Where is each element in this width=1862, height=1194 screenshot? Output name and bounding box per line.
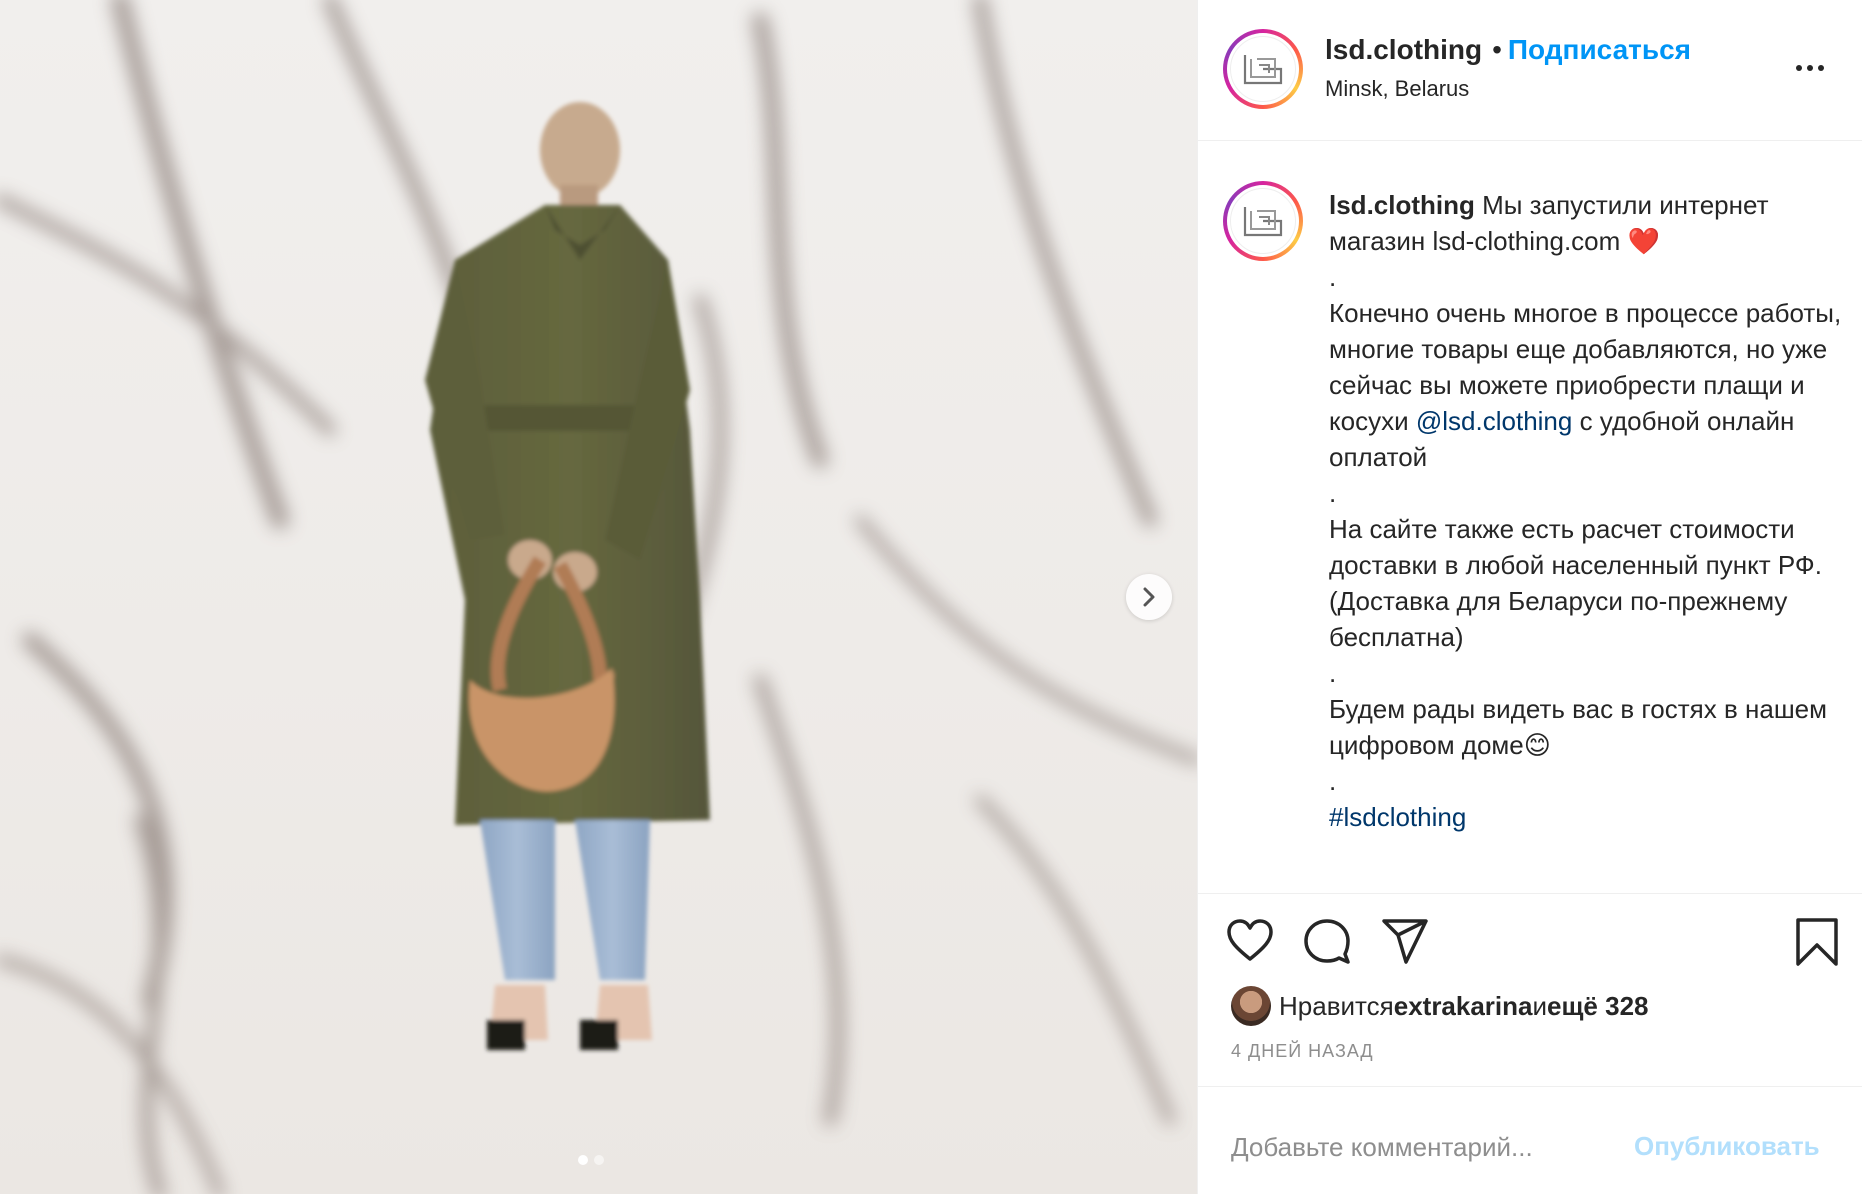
photo-illustration: [0, 0, 1197, 1194]
carousel-indicator: [578, 1155, 604, 1165]
chevron-right-icon: [1143, 587, 1155, 607]
comment-button[interactable]: [1302, 916, 1352, 971]
header-user-line: lsd.clothing • Подписаться: [1325, 34, 1691, 66]
header-username[interactable]: lsd.clothing: [1325, 34, 1482, 65]
caption-hashtag[interactable]: #lsdclothing: [1329, 802, 1466, 832]
comment-bubble-icon: [1304, 919, 1350, 964]
follow-button[interactable]: Подписаться: [1508, 34, 1691, 65]
carousel-dot: [594, 1155, 604, 1165]
caption-section: lsd.clothing Мы запустили интернет магаз…: [1198, 141, 1862, 893]
post-photo[interactable]: [0, 0, 1197, 1194]
comment-form: Опубликовать: [1198, 1086, 1862, 1194]
caption-mention[interactable]: @lsd.clothing: [1416, 406, 1572, 436]
post-location[interactable]: Minsk, Belarus: [1325, 76, 1469, 102]
caption-text-1: Мы запустили интернет магазин lsd-clothi…: [1329, 190, 1842, 436]
share-button[interactable]: [1380, 916, 1430, 971]
heart-icon: [1227, 919, 1273, 961]
carousel-next-button[interactable]: [1126, 574, 1172, 620]
save-button[interactable]: [1794, 916, 1840, 973]
likes-count[interactable]: ещё 328: [1547, 991, 1648, 1022]
post-side-panel: lsd.clothing • Подписаться Minsk, Belarus …: [1197, 0, 1862, 1194]
carousel-dot-active: [578, 1155, 588, 1165]
comment-input[interactable]: [1231, 1127, 1611, 1167]
caption-username[interactable]: lsd.clothing: [1329, 190, 1475, 220]
liker-username[interactable]: extrakarina: [1394, 991, 1533, 1022]
caption-avatar[interactable]: [1223, 181, 1303, 261]
profile-avatar[interactable]: [1223, 29, 1303, 109]
post-timestamp[interactable]: 4 ДНЕЙ НАЗАД: [1231, 1041, 1374, 1062]
likes-prefix: Нравится: [1279, 990, 1394, 1021]
paper-plane-icon: [1382, 919, 1428, 964]
post-caption: lsd.clothing Мы запустили интернет магаз…: [1329, 187, 1844, 835]
post-header: lsd.clothing • Подписаться Minsk, Belarus: [1198, 0, 1862, 141]
bookmark-icon: [1796, 918, 1838, 966]
likes-summary: Нравится extrakarina и ещё 328: [1231, 986, 1649, 1026]
liker-avatar[interactable]: [1231, 986, 1271, 1026]
like-button[interactable]: [1225, 916, 1275, 971]
lsd-logo-icon: [1243, 55, 1283, 85]
publish-button[interactable]: Опубликовать: [1634, 1131, 1820, 1162]
post-actions: Нравится extrakarina и ещё 328 4 ДНЕЙ НА…: [1198, 893, 1862, 1086]
more-options-icon[interactable]: [1796, 56, 1832, 80]
lsd-logo-icon: [1243, 207, 1283, 237]
caption-text-2: с удобной онлайн оплатой . На сайте такж…: [1329, 406, 1828, 796]
likes-middle: и: [1532, 990, 1548, 1021]
header-separator: •: [1492, 34, 1502, 65]
